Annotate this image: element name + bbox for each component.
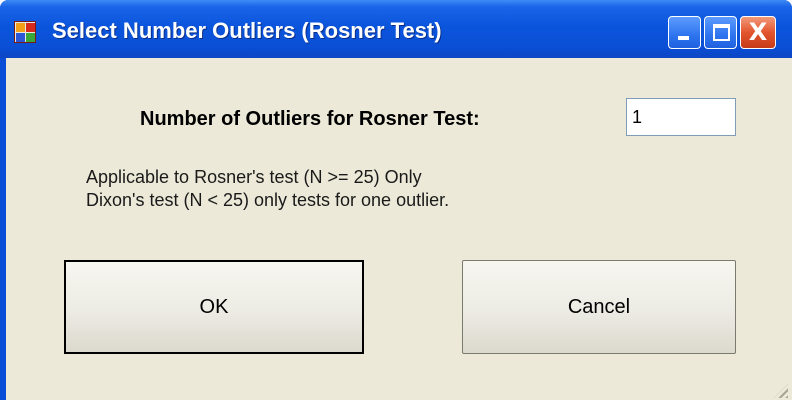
dialog-window: Select Number Outliers (Rosner Test) X N… — [0, 0, 792, 400]
title-bar[interactable]: Select Number Outliers (Rosner Test) X — [0, 0, 792, 58]
close-button[interactable]: X — [740, 16, 776, 49]
dialog-body: Number of Outliers for Rosner Test: Appl… — [6, 58, 792, 400]
minimize-button[interactable] — [668, 16, 701, 49]
info-line-dixon: Dixon's test (N < 25) only tests for one… — [86, 190, 450, 210]
app-icon-quadrant — [26, 23, 35, 32]
cancel-button[interactable]: Cancel — [462, 260, 736, 354]
info-line-rosner: Applicable to Rosner's test (N >= 25) On… — [86, 167, 422, 187]
app-icon-quadrant — [16, 33, 25, 42]
app-icon-quadrant — [16, 23, 25, 32]
ok-button[interactable]: OK — [64, 260, 364, 354]
maximize-button[interactable] — [704, 16, 737, 49]
window-title: Select Number Outliers (Rosner Test) — [52, 18, 442, 43]
outliers-input[interactable] — [626, 98, 736, 136]
app-icon-quadrant — [26, 33, 35, 42]
resize-grip-icon[interactable] — [774, 384, 788, 398]
close-icon: X — [748, 18, 768, 46]
maximize-icon — [713, 24, 730, 41]
info-text: Applicable to Rosner's test (N >= 25) On… — [86, 166, 449, 212]
minimize-icon — [678, 36, 689, 40]
outliers-label: Number of Outliers for Rosner Test: — [140, 108, 480, 130]
app-icon[interactable] — [14, 21, 36, 43]
